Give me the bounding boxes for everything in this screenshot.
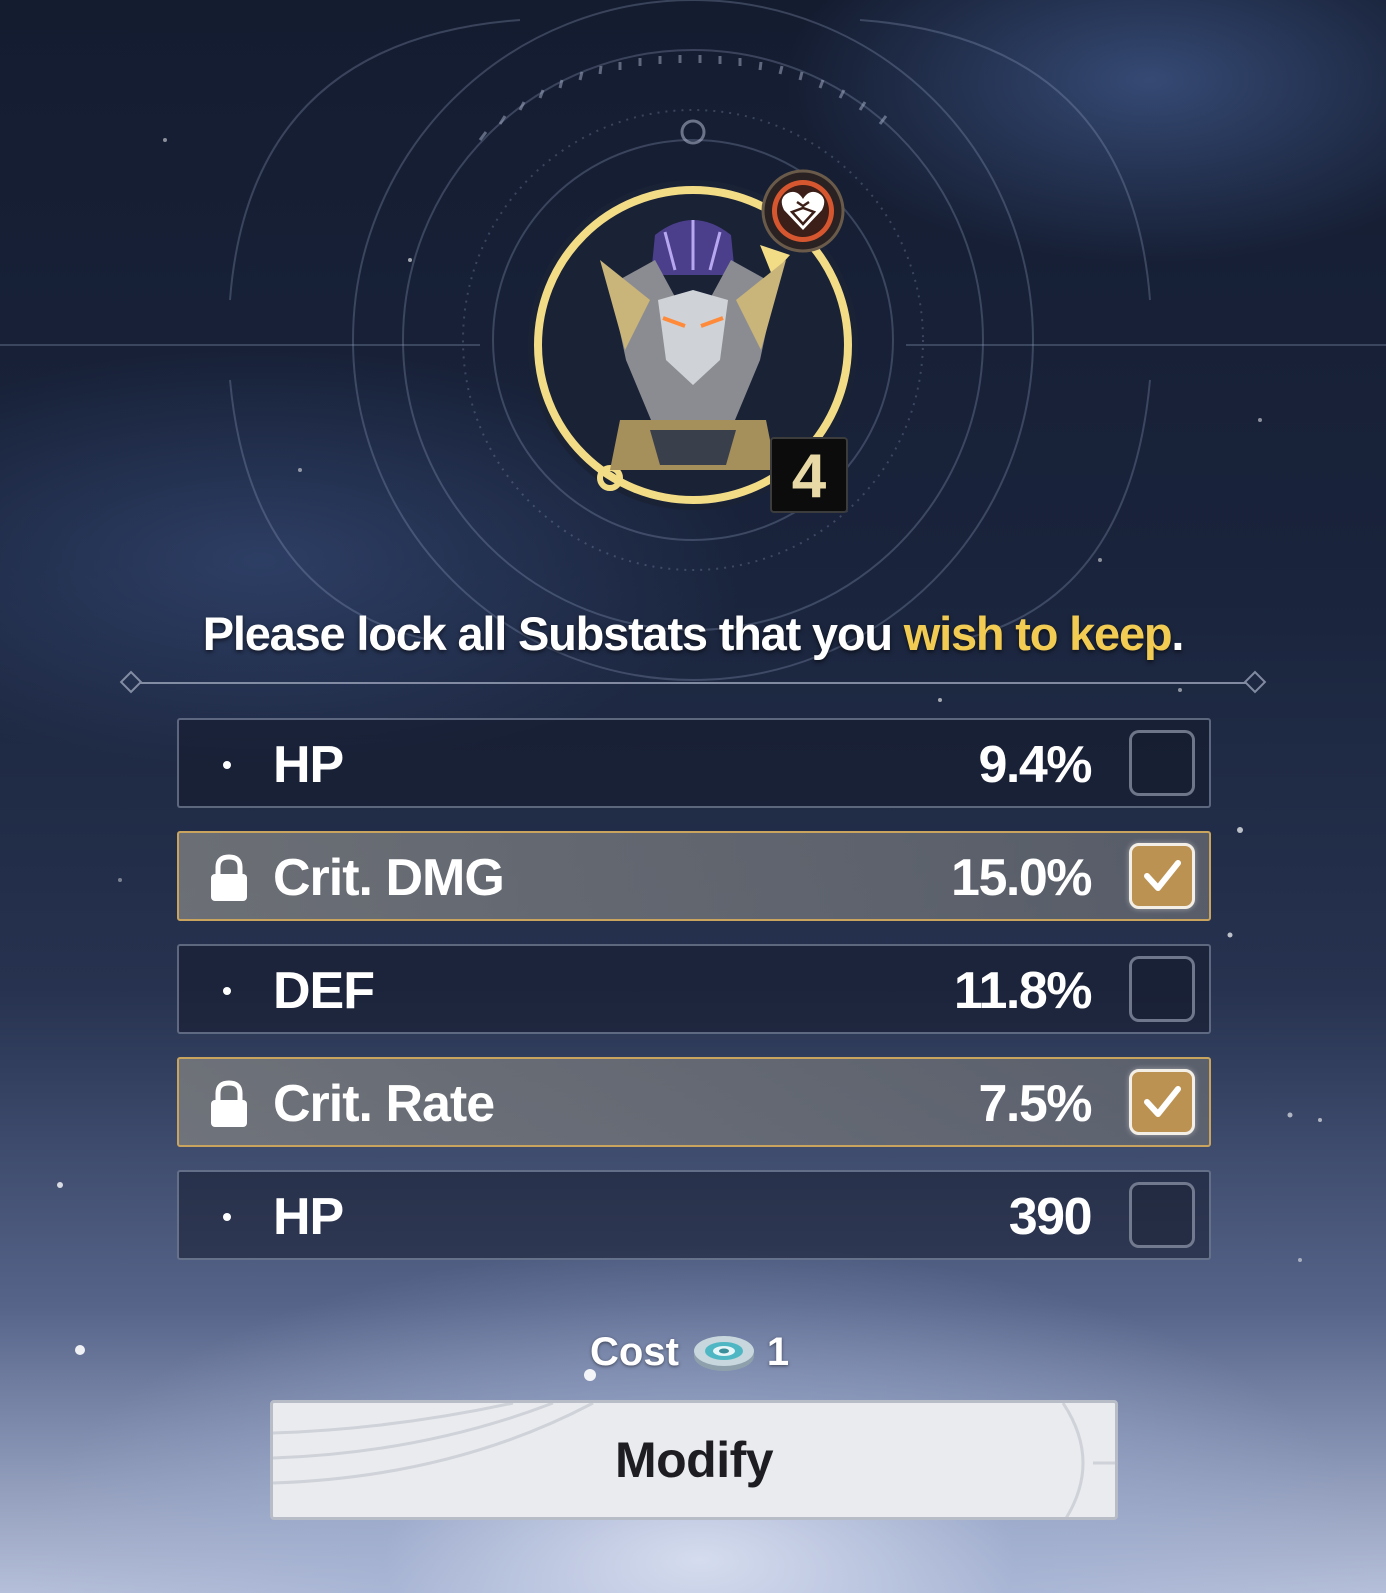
modulator-icon — [693, 1336, 754, 1371]
cost-amount: 1 — [766, 1329, 790, 1374]
lock-checkbox[interactable] — [1129, 956, 1195, 1022]
modify-button-label: Modify — [614, 1432, 774, 1488]
checkmark-icon — [1144, 1086, 1181, 1117]
substat-name: DEF — [273, 962, 375, 1020]
bullet-icon — [223, 987, 231, 995]
instruction-text-main: Please lock all Substats that you — [202, 607, 904, 660]
cost-label: Cost — [590, 1329, 679, 1374]
substat-value: 390 — [1008, 1188, 1093, 1246]
substat-value: 9.4% — [978, 736, 1092, 794]
instruction-text-highlight: wish to keep — [903, 607, 1173, 660]
lock-checkbox[interactable] — [1129, 843, 1195, 909]
heart-emblem-icon — [761, 169, 845, 253]
substat-name: HP — [273, 1188, 344, 1246]
lock-checkbox[interactable] — [1129, 1069, 1195, 1135]
lock-icon — [211, 1080, 247, 1127]
bullet-icon — [223, 1213, 231, 1221]
lock-checkbox[interactable] — [1129, 1182, 1195, 1248]
substat-list: HP 9.4% Crit. DMG 15.0% DEF 11.8% Crit. … — [177, 718, 1211, 1283]
substat-row-def-percent[interactable]: DEF 11.8% — [177, 944, 1211, 1034]
substat-name: Crit. DMG — [273, 849, 505, 907]
substat-value: 15.0% — [951, 849, 1092, 907]
substat-row-hp-flat[interactable]: HP 390 — [177, 1170, 1211, 1260]
instruction-text: Please lock all Substats that you wish t… — [0, 606, 1386, 661]
level-number: 4 — [791, 442, 827, 511]
substat-name: Crit. Rate — [273, 1075, 495, 1133]
modify-button[interactable]: Modify — [270, 1400, 1118, 1520]
substat-row-crit-rate[interactable]: Crit. Rate 7.5% — [177, 1057, 1211, 1147]
substat-name: HP — [273, 736, 344, 794]
instruction-text-end: . — [1171, 607, 1184, 660]
level-badge: 4 — [770, 437, 848, 513]
substat-value: 7.5% — [978, 1075, 1092, 1133]
cost-display: Cost 1 — [590, 1326, 789, 1378]
substat-row-crit-dmg[interactable]: Crit. DMG 15.0% — [177, 831, 1211, 921]
lock-checkbox[interactable] — [1129, 730, 1195, 796]
checkmark-icon — [1144, 860, 1181, 891]
substat-row-hp-percent[interactable]: HP 9.4% — [177, 718, 1211, 808]
bullet-icon — [223, 761, 231, 769]
lock-icon — [211, 854, 247, 901]
substat-value: 11.8% — [953, 962, 1093, 1020]
